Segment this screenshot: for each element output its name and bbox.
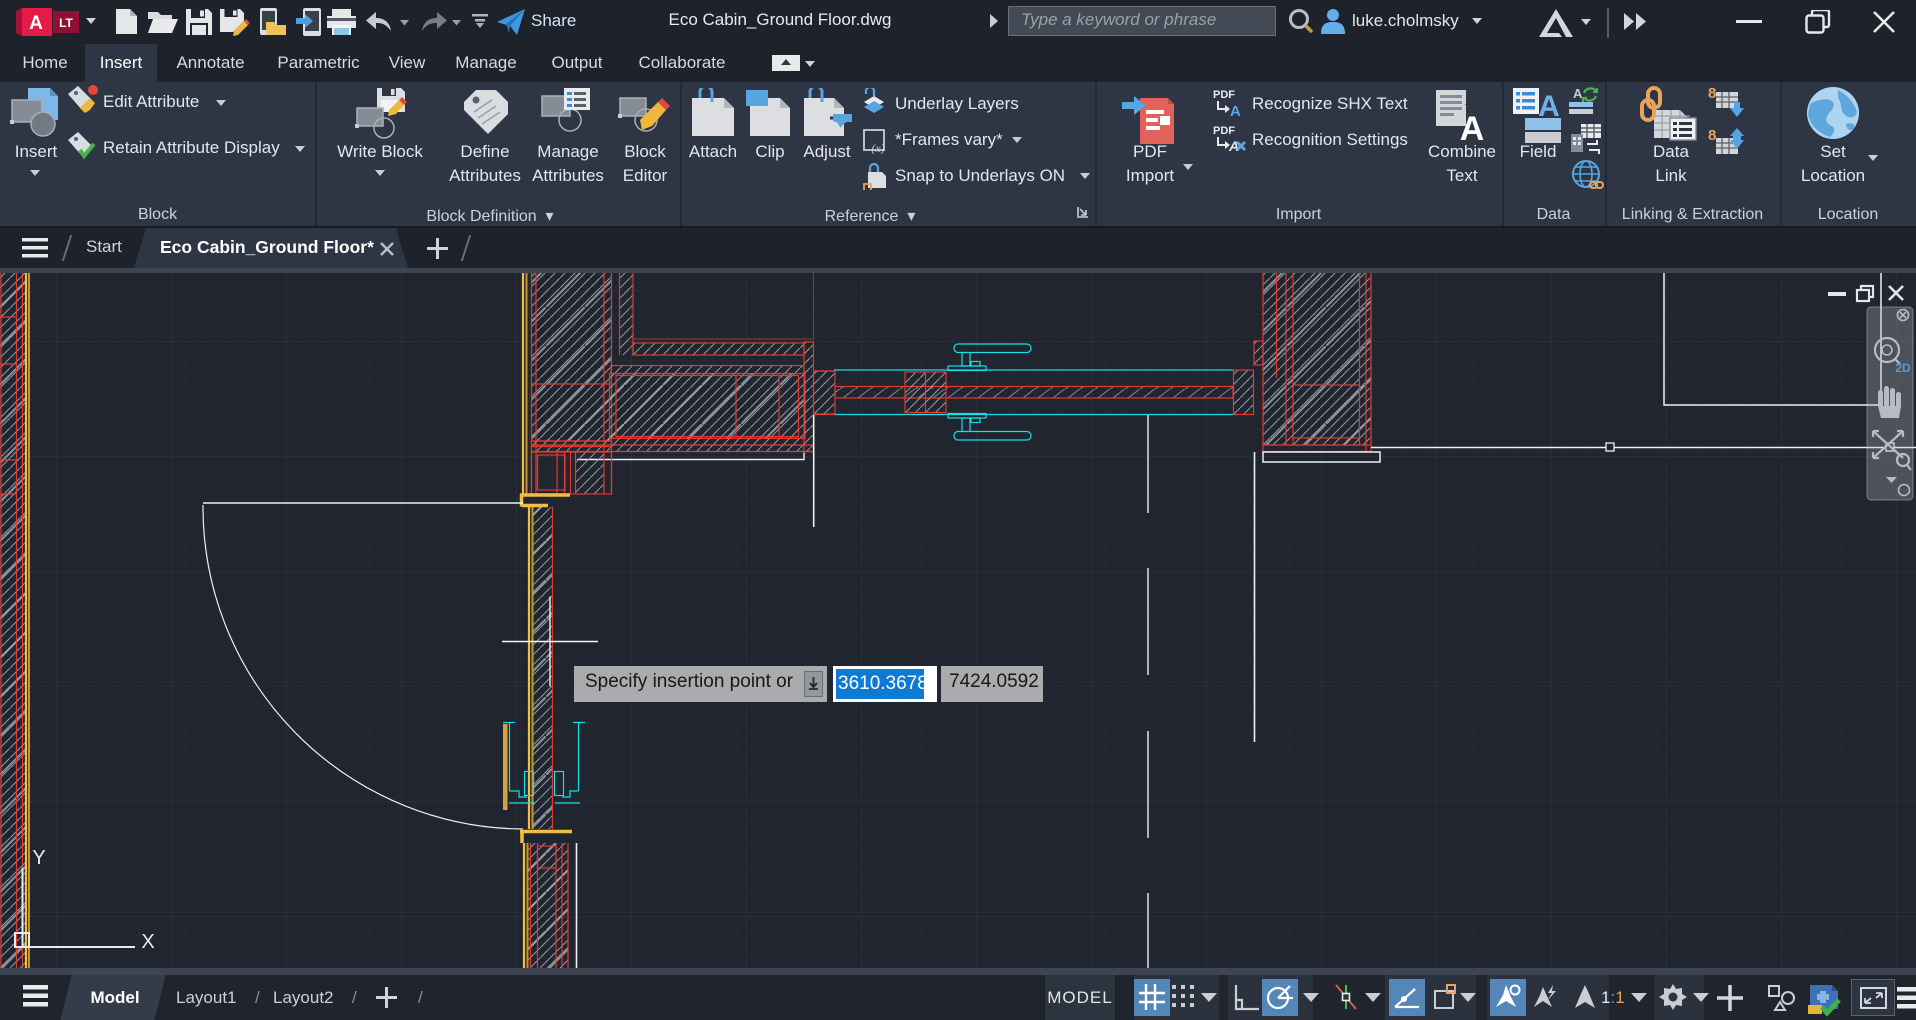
svg-text:X: X [141, 931, 154, 953]
svg-text:(x): (x) [871, 141, 884, 154]
svg-text:A: A [1228, 138, 1239, 154]
svg-text:PDF: PDF [1213, 89, 1235, 101]
svg-text:PDF: PDF [1213, 125, 1235, 137]
svg-text:2D: 2D [1895, 361, 1911, 375]
svg-text:A: A [1573, 86, 1583, 101]
svg-text:8: 8 [1708, 127, 1716, 144]
svg-text:A: A [1460, 110, 1485, 144]
svg-text:LT: LT [59, 16, 73, 30]
svg-text:A: A [29, 13, 43, 34]
svg-text:Y: Y [32, 847, 45, 869]
svg-text:A: A [1230, 103, 1241, 118]
svg-text:8: 8 [1708, 85, 1716, 102]
